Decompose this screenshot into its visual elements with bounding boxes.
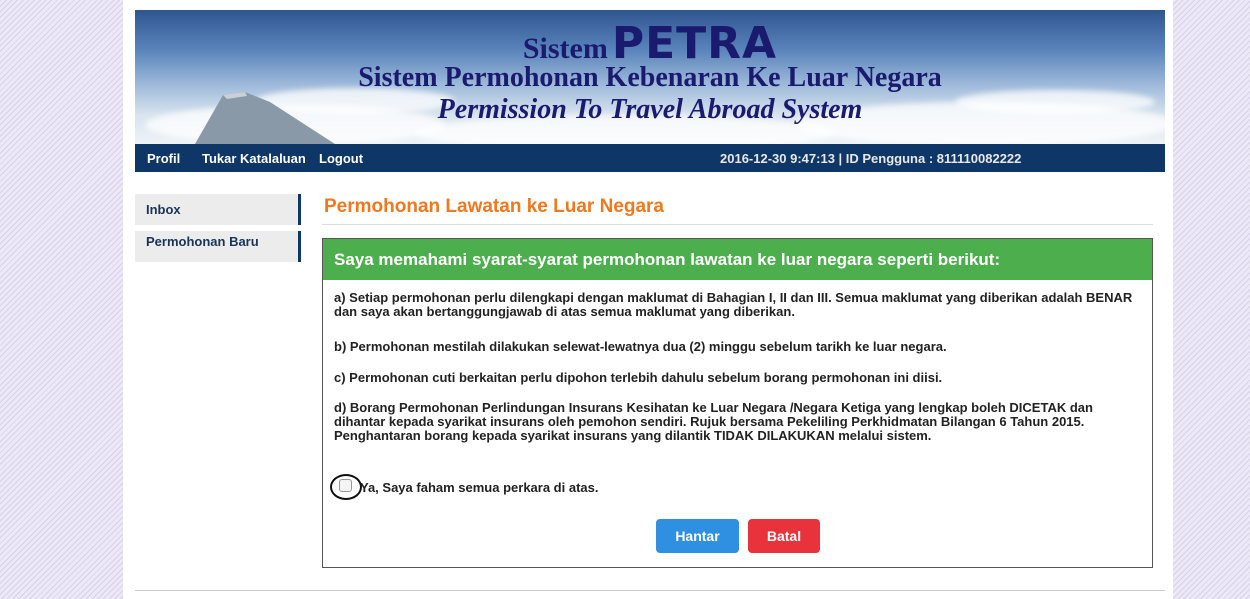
banner-subtitle: Sistem Permohonan Kebenaran Ke Luar Nega… [358,62,942,93]
nav-profil[interactable]: Profil [147,151,180,166]
term-d: d) Borang Permohonan Perlindungan Insura… [334,400,1093,443]
top-navbar: Profil Tukar Katalaluan Logout 2016-12-3… [135,144,1165,172]
title-divider [322,224,1153,225]
agree-label[interactable]: Ya, Saya faham semua perkara di atas. [360,480,598,495]
footer-divider [135,590,1165,591]
terms-panel-heading: Saya memahami syarat-syarat permohonan l… [323,239,1152,280]
page: Sistem PETRA Sistem Permohonan Kebenaran… [123,0,1173,599]
sidebar-item-inbox[interactable]: Inbox [135,194,301,225]
sidebar-item-permohonan-baru[interactable]: Permohonan Baru [135,231,301,262]
cancel-button[interactable]: Batal [748,519,820,553]
sidebar: Inbox Permohonan Baru [135,194,301,268]
session-info: 2016-12-30 9:47:13 | ID Pengguna : 81111… [720,151,1022,166]
nav-logout[interactable]: Logout [319,151,363,166]
terms-panel: Saya memahami syarat-syarat permohonan l… [322,238,1153,568]
term-b: b) Permohonan mestilah dilakukan selewat… [334,339,947,354]
nav-tukar-katalaluan[interactable]: Tukar Katalaluan [202,151,306,166]
header-banner: Sistem PETRA Sistem Permohonan Kebenaran… [135,10,1165,144]
submit-button[interactable]: Hantar [656,519,739,553]
term-c: c) Permohonan cuti berkaitan perlu dipoh… [334,370,943,385]
banner-english-subtitle: Permission To Travel Abroad System [437,94,863,125]
agree-checkbox[interactable] [339,479,352,492]
page-title: Permohonan Lawatan ke Luar Negara [324,196,664,217]
term-a: a) Setiap permohonan perlu dilengkapi de… [334,290,1133,319]
